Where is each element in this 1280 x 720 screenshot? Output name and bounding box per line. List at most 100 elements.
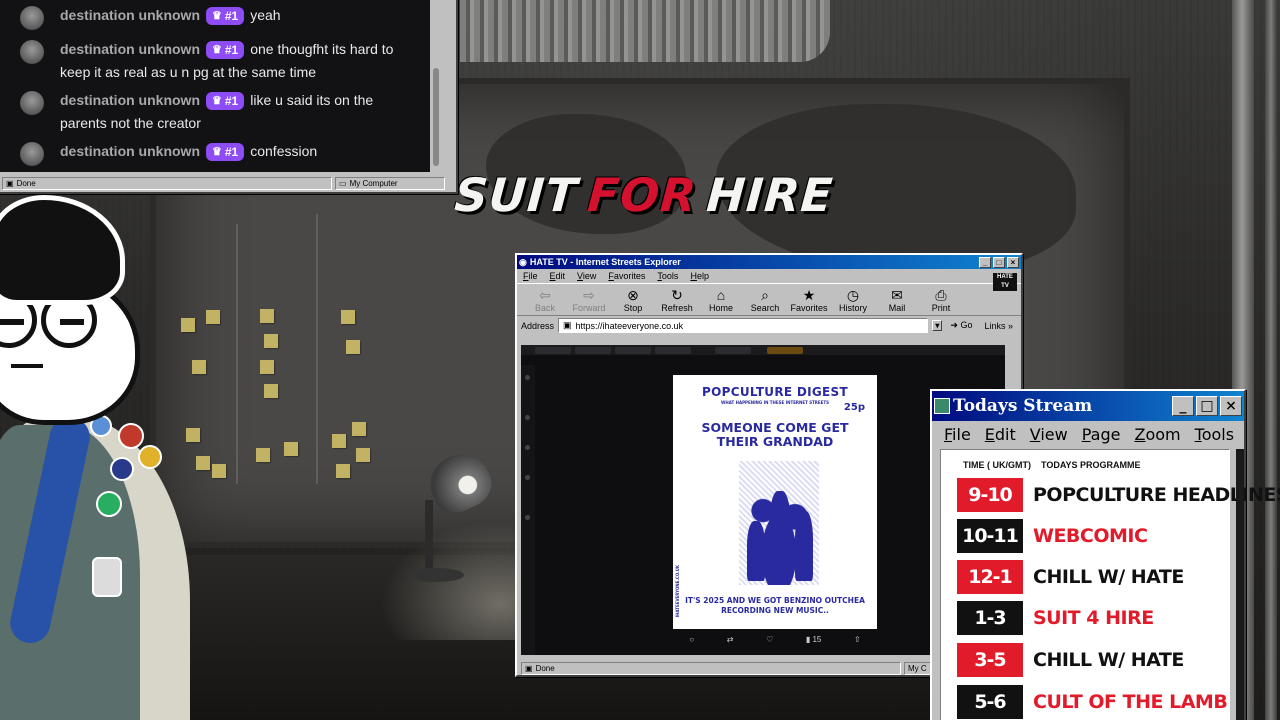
mail-icon: ✉	[891, 287, 903, 303]
menu-favorites[interactable]: Favorites	[608, 271, 645, 281]
inner-tab-active[interactable]	[767, 347, 803, 354]
search-button[interactable]: ⌕ Search	[747, 287, 783, 313]
url-input[interactable]: ▣ https://ihateeveryone.co.uk	[558, 318, 929, 333]
stream-menubar: File Edit View Page Zoom Tools	[932, 421, 1244, 448]
stream-title: Todays Stream	[953, 396, 1093, 416]
print-button[interactable]: ⎙ Print	[923, 287, 959, 313]
sticky-note	[352, 422, 366, 436]
history-button[interactable]: ◷ History	[835, 287, 871, 313]
badge-label: #1	[224, 145, 239, 159]
sidebar-dot[interactable]	[525, 515, 530, 520]
inner-tab[interactable]	[575, 347, 611, 354]
mail-button[interactable]: ✉ Mail	[879, 287, 915, 313]
views-icon[interactable]: ▮ 15	[806, 635, 822, 644]
printer-icon: ⎙	[935, 287, 947, 303]
ie-icon: ◉	[519, 256, 527, 267]
inner-browser-tabs	[521, 345, 1017, 355]
maximize-button[interactable]: □	[1196, 396, 1218, 416]
sidebar-dot[interactable]	[525, 415, 530, 420]
chat-scrollbar[interactable]	[430, 0, 444, 172]
maximize-button[interactable]: □	[993, 256, 1005, 268]
chat-text: yeah	[250, 7, 281, 23]
menu-page[interactable]: Page	[1082, 425, 1121, 444]
schedule-programme: SUIT 4 HIRE	[1033, 607, 1154, 629]
schedule-programme: CHILL W/ HATE	[1033, 649, 1184, 671]
chat-username[interactable]: destination unknown	[60, 41, 200, 57]
sticky-note	[260, 360, 274, 374]
badge-pin	[118, 423, 144, 449]
repost-icon[interactable]: ⇄	[727, 635, 734, 644]
logo-word-suit: SUIT	[452, 168, 580, 222]
menu-view[interactable]: View	[577, 271, 596, 281]
chat-username[interactable]: destination unknown	[60, 92, 200, 108]
share-icon[interactable]: ⇧	[854, 635, 861, 644]
sticky-note	[346, 340, 360, 354]
inner-tab[interactable]	[535, 347, 571, 354]
stop-button[interactable]: ⊗ Stop	[615, 287, 651, 313]
logo-word-hire: HIRE	[704, 168, 836, 222]
like-icon[interactable]: ♡	[766, 635, 773, 644]
menu-zoom[interactable]: Zoom	[1134, 425, 1180, 444]
schedule-header: TIME ( UK/GMT) TODAYS PROGRAMME	[941, 450, 1229, 470]
rank-badge: ♛ #1	[206, 92, 245, 110]
photo-figure	[795, 511, 813, 581]
stream-scrollbar[interactable]	[1236, 449, 1244, 720]
chat-username[interactable]: destination unknown	[60, 7, 200, 23]
schedule-time: 1-3	[957, 601, 1023, 635]
tool-label: Forward	[572, 303, 606, 313]
menu-tools[interactable]: Tools	[1195, 425, 1234, 444]
wall-pipe-thin	[1265, 0, 1277, 720]
time-header: TIME ( UK/GMT)	[963, 460, 1031, 470]
home-button[interactable]: ⌂ Home	[703, 287, 739, 313]
union-jack-pin	[110, 457, 134, 481]
go-button[interactable]: ➜ Go	[946, 320, 976, 331]
close-button[interactable]: ×	[1220, 396, 1242, 416]
close-button[interactable]: ×	[1007, 256, 1019, 268]
chat-username[interactable]: destination unknown	[60, 143, 200, 159]
inner-tab[interactable]	[715, 347, 751, 354]
photo-figure	[747, 521, 765, 581]
logo-word-for: FOR	[585, 168, 699, 222]
badge-label: #1	[224, 43, 239, 57]
sticky-note	[336, 464, 350, 478]
user-avatar	[20, 40, 44, 64]
inner-tab[interactable]	[615, 347, 651, 354]
inner-tab[interactable]	[655, 347, 691, 354]
refresh-button[interactable]: ↻ Refresh	[659, 287, 695, 313]
sidebar-dot[interactable]	[525, 375, 530, 380]
ie-titlebar[interactable]: ◉ HATE TV - Internet Streets Explorer _ …	[517, 255, 1021, 269]
schedule-row: 3-5 CHILL W/ HATE	[957, 643, 1184, 677]
crown-icon: ♛	[212, 10, 222, 22]
tool-label: Favorites	[790, 303, 828, 313]
url-dropdown-button[interactable]: ▾	[932, 320, 943, 331]
stream-titlebar[interactable]: Todays Stream _ □ ×	[932, 391, 1244, 421]
eye-pupil	[0, 319, 24, 325]
reply-icon[interactable]: ○	[689, 635, 694, 644]
favorites-button[interactable]: ★ Favorites	[790, 287, 828, 313]
menu-file[interactable]: File	[523, 271, 538, 281]
badge-pin	[92, 557, 122, 597]
menu-file[interactable]: File	[944, 425, 971, 444]
menu-edit[interactable]: Edit	[550, 271, 566, 281]
menu-edit[interactable]: Edit	[985, 425, 1016, 444]
menu-tools[interactable]: Tools	[657, 271, 678, 281]
links-button[interactable]: Links »	[980, 321, 1017, 331]
popculture-poster[interactable]: POPCULTURE DIGEST WHAT HAPPENING IN THES…	[673, 375, 877, 629]
chat-window: destination unknown ♛ #1 yeah destination u…	[0, 0, 458, 194]
url-text: https://ihateeveryone.co.uk	[575, 320, 684, 331]
menu-help[interactable]: Help	[690, 271, 709, 281]
status-text: Done	[16, 179, 36, 188]
forward-button[interactable]: ⇨ Forward	[571, 287, 607, 313]
back-button[interactable]: ⇦ Back	[527, 287, 563, 313]
views-count: 15	[812, 635, 822, 644]
minimize-button[interactable]: _	[979, 256, 991, 268]
menu-view[interactable]: View	[1030, 425, 1068, 444]
computer-icon: ▭	[339, 179, 347, 188]
sidebar-dot[interactable]	[525, 475, 530, 480]
scroll-thumb[interactable]	[433, 68, 439, 166]
suit-for-hire-logo: SUIT FOR HIRE	[453, 162, 835, 228]
badge-pin	[138, 445, 162, 469]
sidebar-dot[interactable]	[525, 445, 530, 450]
minimize-button[interactable]: _	[1172, 396, 1194, 416]
address-bar: Address ▣ https://ihateeveryone.co.uk ▾ …	[517, 316, 1021, 335]
